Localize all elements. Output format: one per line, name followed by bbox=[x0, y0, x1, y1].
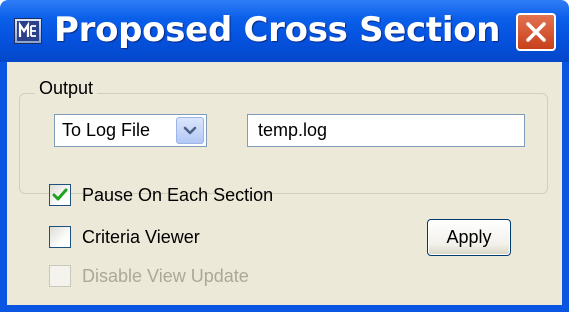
dialog-client-area: Output To Log File Pause On Each Section… bbox=[7, 62, 562, 305]
disable-update-checkbox-label: Disable View Update bbox=[82, 265, 249, 286]
pause-checkbox-box[interactable] bbox=[49, 184, 71, 206]
close-button[interactable] bbox=[516, 13, 556, 51]
output-group-label: Output bbox=[35, 78, 98, 99]
pause-on-each-section-checkbox[interactable]: Pause On Each Section bbox=[49, 184, 273, 206]
criteria-checkbox-label: Criteria Viewer bbox=[82, 226, 200, 247]
pause-checkbox-label: Pause On Each Section bbox=[82, 184, 274, 205]
window-title: Proposed Cross Section bbox=[54, 10, 501, 50]
output-destination-dropdown[interactable]: To Log File bbox=[54, 114, 207, 147]
disable-update-checkbox-box bbox=[49, 265, 71, 287]
log-file-name-input[interactable] bbox=[247, 114, 525, 147]
disable-view-update-checkbox: Disable View Update bbox=[49, 265, 249, 287]
chevron-down-icon[interactable] bbox=[176, 117, 204, 144]
microstation-app-icon[interactable] bbox=[14, 18, 42, 44]
apply-button[interactable]: Apply bbox=[427, 219, 511, 256]
dialog-window: Proposed Cross Section Output To Log Fil… bbox=[0, 0, 569, 312]
criteria-checkbox-box[interactable] bbox=[49, 226, 71, 248]
close-x-icon bbox=[526, 22, 546, 42]
criteria-viewer-checkbox[interactable]: Criteria Viewer bbox=[49, 226, 200, 248]
title-bar[interactable]: Proposed Cross Section bbox=[0, 0, 569, 62]
checkmark-icon bbox=[52, 188, 68, 201]
output-destination-value: To Log File bbox=[62, 120, 151, 140]
